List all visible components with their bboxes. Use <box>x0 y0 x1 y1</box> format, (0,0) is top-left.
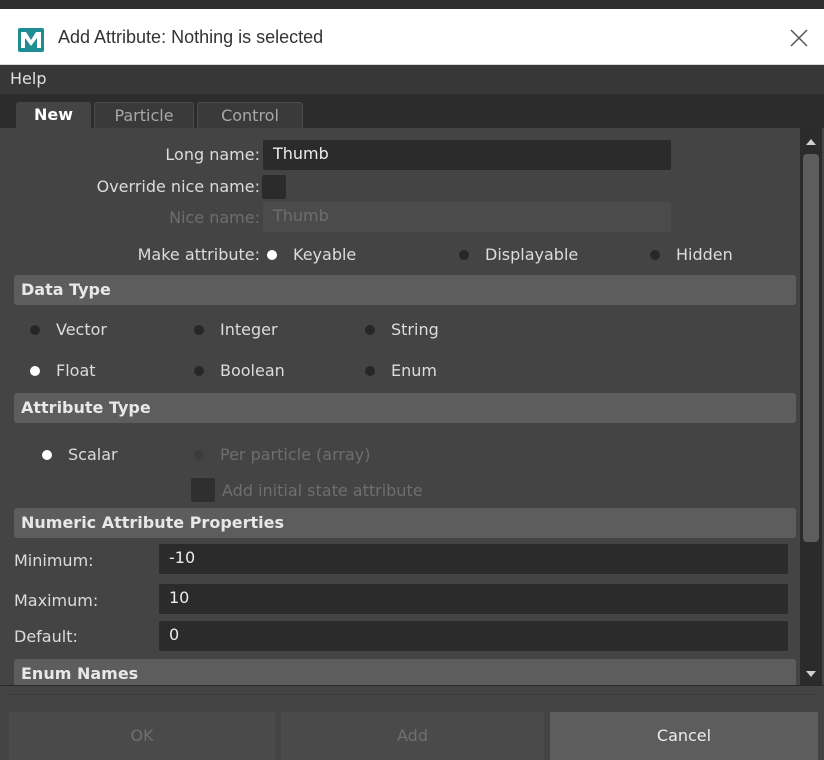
window-title: Add Attribute: Nothing is selected <box>58 27 324 47</box>
minimum-input[interactable]: -10 <box>159 544 788 574</box>
boolean-radio[interactable]: Boolean <box>194 361 285 380</box>
menu-bar: Help <box>0 65 824 94</box>
radio-dot <box>194 324 204 335</box>
close-icon[interactable] <box>787 26 811 50</box>
per-particle-label: Per particle (array) <box>220 445 371 464</box>
radio-dot <box>365 365 375 376</box>
dialog-footer: OK Add Cancel <box>0 685 824 760</box>
override-nice-name-label: Override nice name: <box>96 177 260 196</box>
radio-dot <box>194 449 204 460</box>
title-bar: Add Attribute: Nothing is selected <box>0 9 824 65</box>
ok-button[interactable]: OK <box>9 712 275 760</box>
enum-label: Enum <box>391 361 437 380</box>
radio-dot <box>194 365 204 376</box>
enum-radio[interactable]: Enum <box>365 361 437 380</box>
window-top-edge <box>0 0 824 9</box>
maximum-label: Maximum: <box>14 591 99 610</box>
radio-dot-selected <box>30 365 40 376</box>
initial-state-checkbox <box>191 478 215 502</box>
numeric-properties-header[interactable]: Numeric Attribute Properties <box>14 508 796 538</box>
integer-label: Integer <box>220 320 278 339</box>
tab-particle[interactable]: Particle <box>94 102 194 128</box>
string-label: String <box>391 320 439 339</box>
enum-names-header[interactable]: Enum Names <box>14 659 796 685</box>
footer-divider <box>10 694 814 695</box>
default-label: Default: <box>14 627 78 646</box>
radio-dot-selected <box>267 249 277 260</box>
data-type-header[interactable]: Data Type <box>14 275 796 305</box>
tab-control[interactable]: Control <box>197 102 303 128</box>
string-radio[interactable]: String <box>365 320 439 339</box>
long-name-label: Long name: <box>165 145 260 164</box>
radio-dot-selected <box>42 449 52 460</box>
make-attribute-label: Make attribute: <box>137 245 260 264</box>
integer-radio[interactable]: Integer <box>194 320 278 339</box>
add-button[interactable]: Add <box>281 712 544 760</box>
attribute-type-header[interactable]: Attribute Type <box>14 393 796 423</box>
nice-name-label: Nice name: <box>169 208 260 227</box>
radio-dot <box>459 249 469 260</box>
displayable-label: Displayable <box>485 245 579 264</box>
minimum-label: Minimum: <box>14 551 94 570</box>
keyable-label: Keyable <box>293 245 357 264</box>
hidden-radio[interactable]: Hidden <box>650 245 733 264</box>
scalar-label: Scalar <box>68 445 118 464</box>
scroll-up-arrow-icon[interactable] <box>800 132 822 152</box>
radio-dot <box>650 249 660 260</box>
long-name-input[interactable]: Thumb <box>263 140 671 170</box>
maximum-input[interactable]: 10 <box>159 584 788 614</box>
boolean-label: Boolean <box>220 361 285 380</box>
menu-help[interactable]: Help <box>10 69 46 88</box>
hidden-label: Hidden <box>676 245 733 264</box>
scrollbar-thumb[interactable] <box>803 154 819 542</box>
displayable-radio[interactable]: Displayable <box>459 245 578 264</box>
scroll-down-arrow-icon[interactable] <box>800 664 822 684</box>
override-nice-name-checkbox[interactable] <box>262 175 286 199</box>
scalar-radio[interactable]: Scalar <box>42 445 118 464</box>
float-radio[interactable]: Float <box>30 361 96 380</box>
keyable-radio[interactable]: Keyable <box>267 245 356 264</box>
per-particle-radio: Per particle (array) <box>194 445 370 464</box>
tab-new[interactable]: New <box>16 102 91 128</box>
vertical-scrollbar[interactable] <box>800 128 822 685</box>
cancel-button[interactable]: Cancel <box>550 712 818 760</box>
initial-state-label: Add initial state attribute <box>222 481 423 500</box>
default-input[interactable]: 0 <box>159 621 788 651</box>
vector-label: Vector <box>56 320 107 339</box>
radio-dot <box>30 324 40 335</box>
nice-name-input: Thumb <box>263 202 671 232</box>
attribute-panel: Long name: Thumb Override nice name: Nic… <box>14 128 800 685</box>
float-label: Float <box>56 361 96 380</box>
radio-dot <box>365 324 375 335</box>
tab-bar: New Particle Control <box>0 94 824 128</box>
maya-icon <box>18 28 44 52</box>
vector-radio[interactable]: Vector <box>30 320 107 339</box>
